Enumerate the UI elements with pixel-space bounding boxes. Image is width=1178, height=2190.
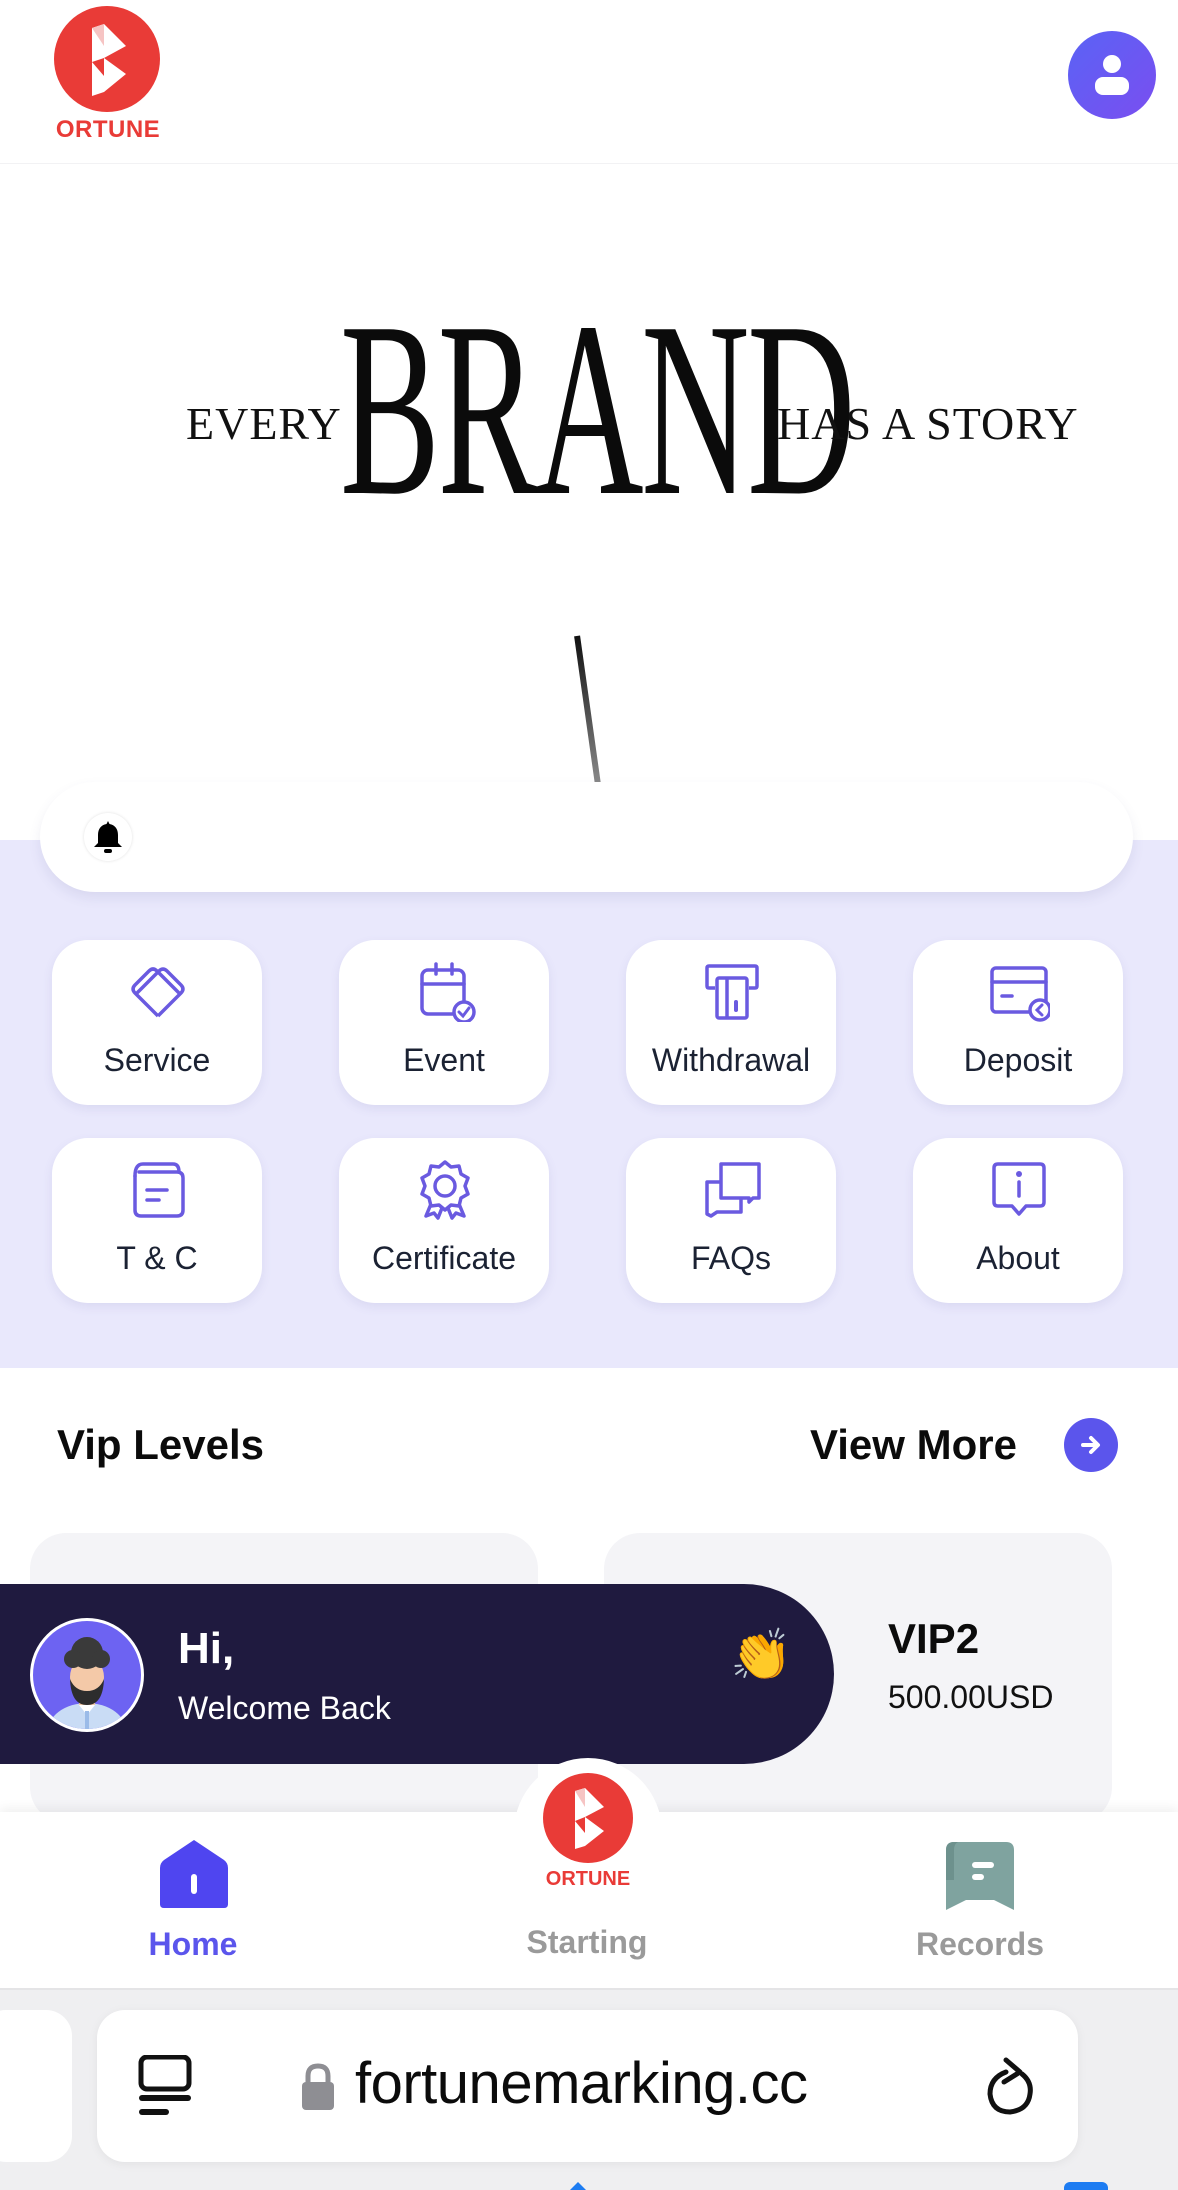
- menu-tile-event[interactable]: Event: [339, 940, 549, 1105]
- banner-text-every: EVERY: [186, 398, 342, 449]
- atm-card-icon: [705, 964, 759, 1020]
- welcome-toast: Hi, Welcome Back 👏: [0, 1584, 834, 1764]
- info-bubble-icon: [992, 1162, 1046, 1216]
- vip-levels-title: Vip Levels: [57, 1421, 265, 1468]
- service-icon: [131, 967, 185, 1018]
- fortune-logo-icon[interactable]: [543, 1773, 633, 1863]
- page: ORTUNE EVERY BRAND HAS A STORY Service E…: [0, 0, 1178, 2190]
- menu-tile-certificate[interactable]: Certificate: [339, 1138, 549, 1303]
- records-icon: [946, 1842, 1014, 1910]
- welcome-greeting: Hi,: [178, 1624, 235, 1673]
- brand-logo[interactable]: ORTUNE: [40, 6, 176, 143]
- fortune-logo-icon: [54, 6, 160, 112]
- browser-toolbar: fortunemarking.cc: [0, 1990, 1178, 2190]
- menu-tile-label: Service: [103, 1042, 211, 1078]
- logo-text: ORTUNE: [55, 116, 161, 143]
- menu-tile-about[interactable]: About: [913, 1138, 1123, 1303]
- profile-button[interactable]: [1068, 31, 1156, 119]
- clapping-hands-icon: 👏: [730, 1627, 793, 1683]
- document-icon: [133, 1162, 185, 1218]
- nav-center-logo-text: ORTUNE: [545, 1868, 631, 1890]
- welcome-message: Welcome Back: [178, 1690, 391, 1726]
- menu-tile-terms[interactable]: T & C: [52, 1138, 262, 1303]
- avatar: [30, 1618, 144, 1732]
- nav-label: Starting: [526, 1924, 648, 1960]
- menu-tile-label: FAQs: [690, 1240, 771, 1276]
- nav-records[interactable]: Records: [830, 1812, 1130, 1990]
- badge-icon: [420, 1160, 470, 1220]
- notification-bar[interactable]: [40, 782, 1133, 892]
- menu-tile-faqs[interactable]: FAQs: [626, 1138, 836, 1303]
- nav-home[interactable]: Home: [43, 1812, 343, 1990]
- address-bar[interactable]: fortunemarking.cc: [97, 2010, 1078, 2162]
- menu-tile-service[interactable]: Service: [52, 940, 262, 1105]
- menu-tile-label: Withdrawal: [651, 1042, 811, 1078]
- url-text[interactable]: fortunemarking.cc: [355, 2050, 808, 2117]
- chat-bubbles-icon: [705, 1162, 761, 1218]
- previous-tab[interactable]: [0, 2010, 72, 2162]
- menu-tile-label: About: [976, 1240, 1060, 1276]
- menu-tile-withdrawal[interactable]: Withdrawal: [626, 940, 836, 1105]
- share-icon[interactable]: [568, 2182, 588, 2190]
- menu-tile-label: Deposit: [963, 1042, 1073, 1078]
- calendar-check-icon: [420, 962, 476, 1022]
- tabs-icon[interactable]: [1064, 2182, 1108, 2190]
- nav-label: Records: [915, 1926, 1045, 1962]
- banner-text-story: HAS A STORY: [777, 398, 1079, 449]
- reader-mode-icon[interactable]: [137, 2055, 193, 2119]
- view-more-link[interactable]: View More: [810, 1421, 1017, 1469]
- bell-icon: [84, 813, 132, 861]
- menu-tile-deposit[interactable]: Deposit: [913, 940, 1123, 1105]
- menu-tile-label: Event: [403, 1042, 485, 1078]
- menu-tile-label: Certificate: [371, 1240, 517, 1276]
- menu-tile-label: T & C: [116, 1240, 198, 1276]
- app-header: ORTUNE: [0, 0, 1178, 164]
- user-icon: [1095, 55, 1129, 95]
- vip-card-name: VIP2: [888, 1615, 980, 1662]
- lock-icon: [302, 2063, 334, 2110]
- reload-icon: [987, 2057, 1033, 2115]
- hero-banner: EVERY BRAND HAS A STORY: [0, 165, 1178, 840]
- card-deposit-icon: [990, 966, 1050, 1022]
- arrow-right-icon[interactable]: [1064, 1418, 1118, 1472]
- nav-label: Home: [148, 1926, 238, 1962]
- vip-card-price: 500.00USD: [888, 1679, 1054, 1715]
- home-icon: [160, 1840, 228, 1908]
